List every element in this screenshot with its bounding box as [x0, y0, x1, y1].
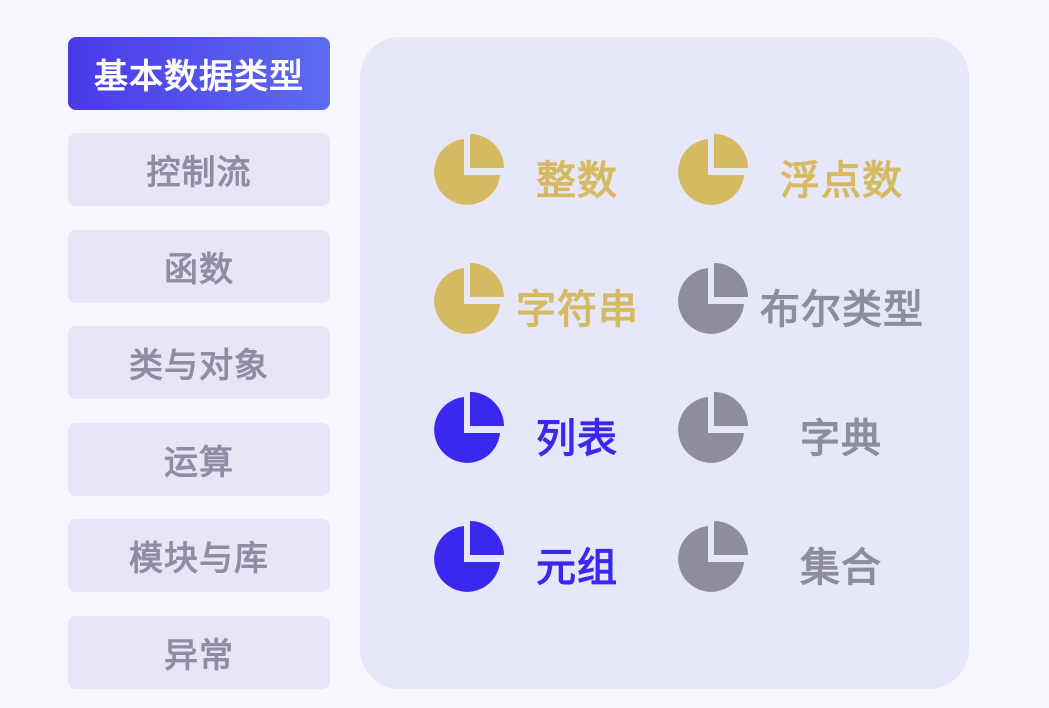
sidebar-item-functions[interactable]: 函数 [68, 230, 330, 303]
sidebar-item-control-flow[interactable]: 控制流 [68, 133, 330, 206]
pie-chart-icon [434, 263, 504, 334]
sidebar-item-modules-libraries[interactable]: 模块与库 [68, 519, 330, 592]
pie-chart-icon [678, 521, 748, 592]
type-label: 整数 [536, 158, 618, 204]
type-label: 字符串 [516, 287, 639, 333]
pie-chart-icon [434, 392, 504, 463]
type-item-set[interactable]: 集合 [674, 521, 894, 601]
type-item-dict[interactable]: 字典 [674, 392, 894, 472]
pie-chart-icon [678, 263, 748, 334]
pie-chart-icon [434, 134, 504, 205]
type-item-list[interactable]: 列表 [430, 392, 630, 472]
type-label: 浮点数 [780, 158, 903, 204]
sidebar-item-classes-objects[interactable]: 类与对象 [68, 326, 330, 399]
type-label: 布尔类型 [760, 287, 924, 333]
pie-chart-icon [678, 392, 748, 463]
pie-chart-icon [678, 134, 748, 205]
sidebar-item-label: 运算 [164, 443, 234, 483]
sidebar-item-label: 异常 [164, 636, 234, 676]
data-type-panel: 整数 浮点数 字符串 布尔类型 列表 字典 元组 集合 [360, 37, 969, 689]
type-label: 集合 [800, 545, 882, 591]
pie-chart-icon [434, 521, 504, 592]
type-label: 列表 [536, 416, 618, 462]
sidebar-item-label: 基本数据类型 [94, 57, 304, 97]
sidebar-item-label: 函数 [164, 250, 234, 290]
type-label: 字典 [800, 416, 882, 462]
type-item-boolean[interactable]: 布尔类型 [674, 263, 924, 343]
type-item-string[interactable]: 字符串 [430, 263, 650, 343]
sidebar-item-exceptions[interactable]: 异常 [68, 616, 330, 689]
sidebar-item-basic-data-types[interactable]: 基本数据类型 [68, 37, 330, 110]
type-item-tuple[interactable]: 元组 [430, 521, 630, 601]
type-label: 元组 [536, 545, 618, 591]
sidebar-item-label: 类与对象 [129, 346, 269, 386]
type-item-integer[interactable]: 整数 [430, 134, 630, 214]
sidebar-item-label: 模块与库 [129, 539, 269, 579]
type-item-float[interactable]: 浮点数 [674, 134, 914, 214]
sidebar-item-operations[interactable]: 运算 [68, 423, 330, 496]
sidebar-item-label: 控制流 [146, 153, 252, 193]
